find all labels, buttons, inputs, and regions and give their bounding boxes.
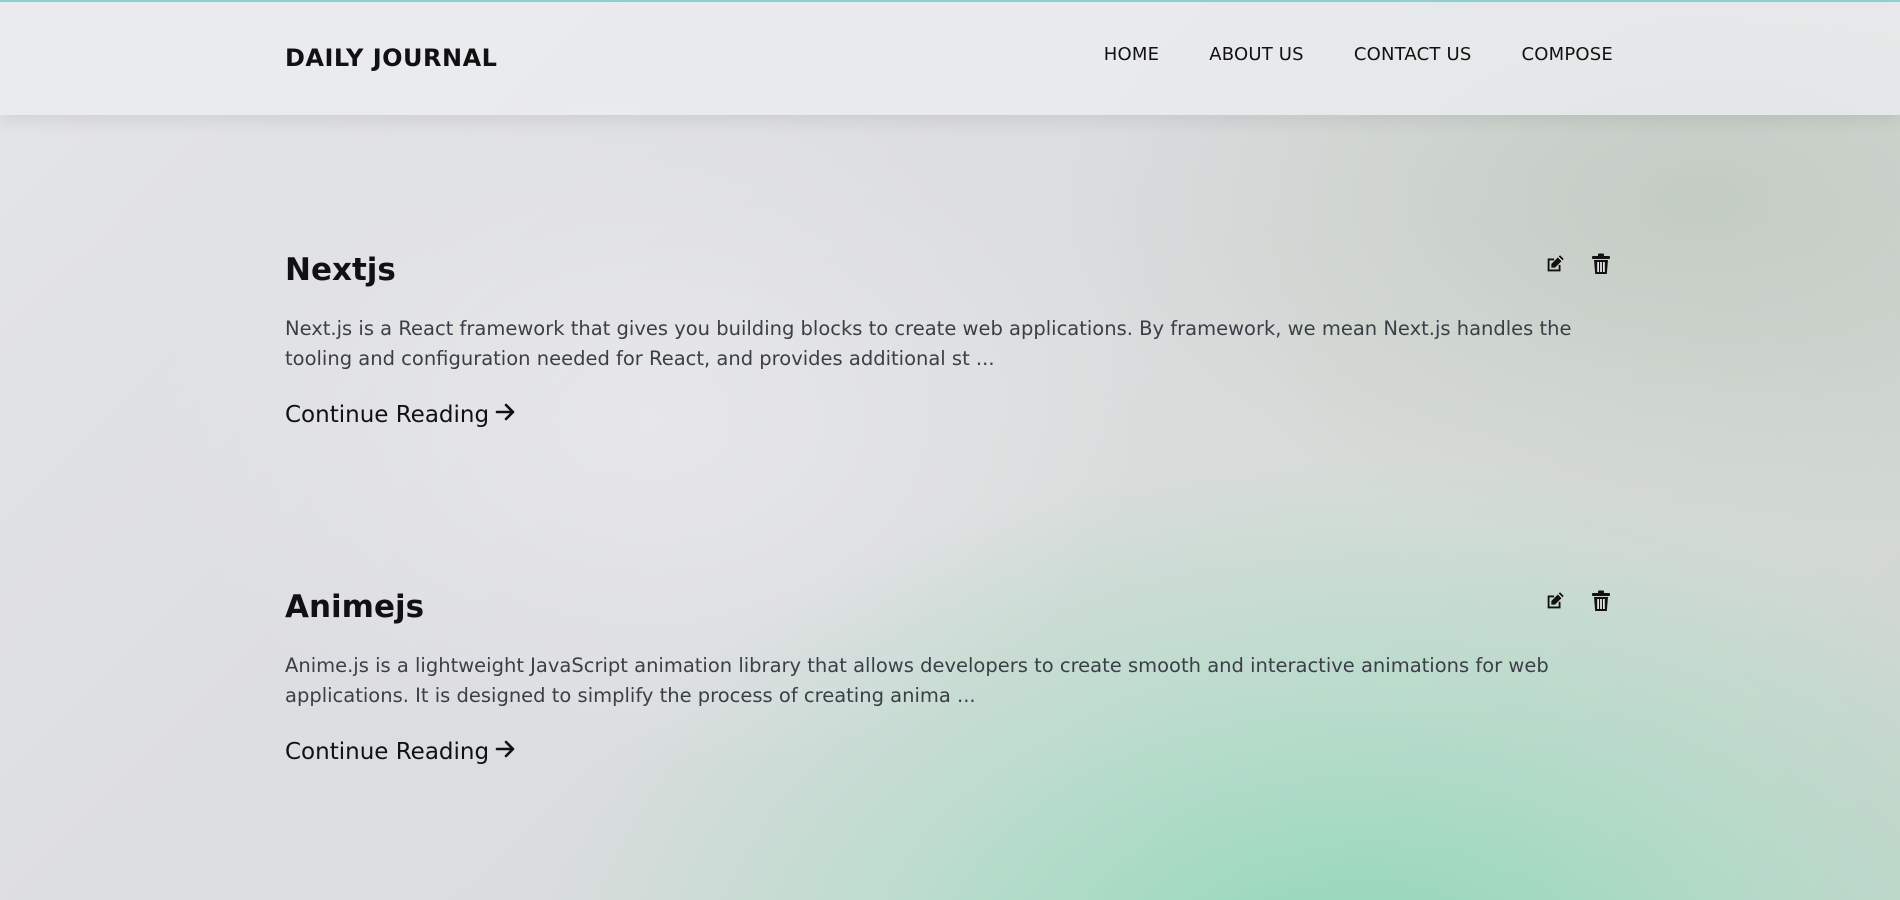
post-excerpt: Next.js is a React framework that gives … — [285, 317, 1572, 370]
navbar: DAILY JOURNAL HOME ABOUT US CONTACT US C… — [0, 2, 1900, 115]
post-actions — [1543, 589, 1613, 613]
post-actions — [1543, 252, 1613, 276]
post-card: Nextjs Next.js is a React framework that… — [285, 252, 1613, 428]
nav-home[interactable]: HOME — [1104, 44, 1159, 65]
nav-compose[interactable]: COMPOSE — [1522, 44, 1614, 65]
arrow-right-icon — [495, 402, 517, 428]
trash-icon[interactable] — [1589, 252, 1613, 276]
edit-icon[interactable] — [1543, 252, 1567, 276]
continue-reading-link[interactable]: Continue Reading — [285, 739, 517, 765]
trash-icon[interactable] — [1589, 589, 1613, 613]
post-title: Nextjs — [285, 252, 396, 288]
continue-reading-label: Continue Reading — [285, 739, 490, 765]
edit-icon[interactable] — [1543, 589, 1567, 613]
main-nav: HOME ABOUT US CONTACT US COMPOSE — [1104, 44, 1613, 65]
arrow-right-icon — [495, 739, 517, 765]
post-title: Animejs — [285, 589, 425, 625]
continue-reading-label: Continue Reading — [285, 402, 490, 428]
post-excerpt: Anime.js is a lightweight JavaScript ani… — [285, 654, 1549, 707]
post-card: Animejs Anime.js is a lightweight JavaSc… — [285, 589, 1613, 765]
nav-contact-us[interactable]: CONTACT US — [1354, 44, 1472, 65]
nav-about-us[interactable]: ABOUT US — [1209, 44, 1304, 65]
brand-logo[interactable]: DAILY JOURNAL — [285, 44, 497, 72]
continue-reading-link[interactable]: Continue Reading — [285, 402, 517, 428]
